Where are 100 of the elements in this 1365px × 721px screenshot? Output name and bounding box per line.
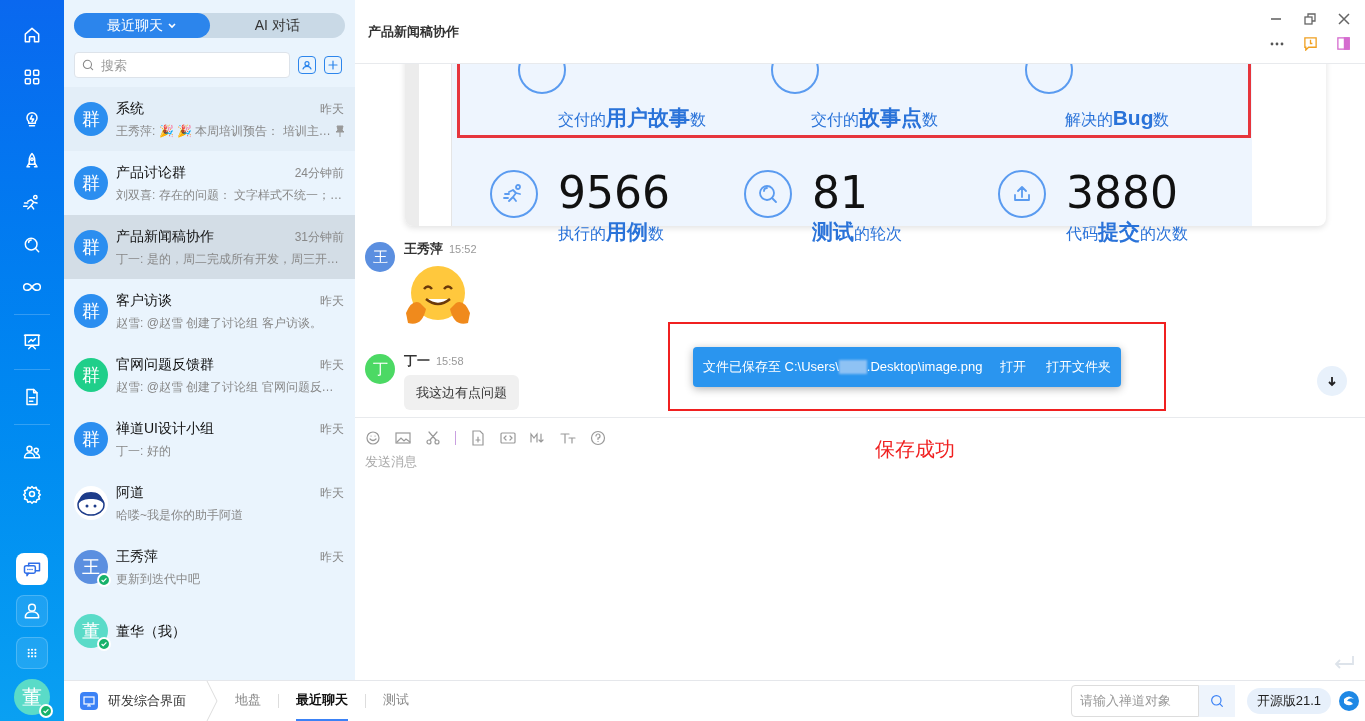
presentation-icon	[22, 332, 42, 352]
sender-name: 丁一	[404, 352, 430, 370]
chat-list-item[interactable]: 群 官网问题反馈群 昨天 赵雪: @赵雪 创建了讨论组 官网问题反…	[64, 343, 355, 407]
tab[interactable]: 地盘	[235, 681, 261, 721]
metric-search-icon	[744, 170, 792, 218]
chat-name: 阿道	[116, 483, 144, 502]
contacts-button[interactable]	[298, 56, 316, 74]
chat-preview: 王秀萍: 🎉 🎉 本周培训预告： 培训主…	[116, 123, 331, 140]
chat-list-item[interactable]: 群 产品讨论群 24分钟前 刘双喜: 存在的问题： 文字样式不统一；…	[64, 151, 355, 215]
sidebar-toggle-icon	[1336, 36, 1351, 51]
search-field[interactable]: 搜索	[74, 52, 290, 78]
sender-name: 王秀萍	[404, 240, 443, 258]
metric-label: 代码提交的次数	[1066, 219, 1188, 245]
metric-value: 3880	[1066, 170, 1179, 216]
chat-name: 王秀萍	[116, 547, 158, 566]
app-button[interactable]	[16, 595, 48, 627]
chat-preview: 丁一: 好的	[116, 443, 171, 460]
brand-logo-icon	[1339, 691, 1359, 711]
chat-time: 昨天	[320, 548, 344, 566]
chat-preview: 刘双喜: 存在的问题： 文字样式不统一；…	[116, 187, 342, 204]
search-button[interactable]	[1198, 685, 1235, 717]
tab[interactable]: AI 对话	[209, 13, 345, 38]
metric-value: 9566	[558, 170, 670, 216]
chat-preview: 赵雪: @赵雪 创建了讨论组 客户访谈。	[116, 315, 322, 332]
file-icon	[470, 430, 486, 446]
people-icon	[22, 442, 42, 462]
emoji-icon	[365, 430, 381, 446]
scissors-button[interactable]	[425, 430, 441, 446]
tab[interactable]: 测试	[383, 681, 409, 721]
search-icon	[81, 58, 95, 72]
scissors-icon	[425, 430, 441, 446]
message-bubble: 我这边有点问题	[404, 374, 519, 410]
close-button[interactable]	[1337, 12, 1351, 26]
chat-name: 董华（我）	[116, 621, 186, 641]
message-time: 15:58	[436, 354, 464, 369]
chat-avatar: 王	[74, 550, 108, 584]
search-icon	[22, 235, 42, 255]
settings-icon	[22, 484, 42, 504]
chat-avatar: 群	[74, 422, 108, 456]
sidebar-toggle-button[interactable]	[1336, 36, 1351, 51]
metric-label: 执行的用例数	[558, 219, 665, 245]
chat-time: 31分钟前	[294, 228, 344, 246]
chat-list-item[interactable]: 阿道 昨天 哈喽~我是你的助手阿道	[64, 471, 355, 535]
metric-label: 交付的用户故事数	[558, 105, 706, 131]
app-name: 研发综合界面	[108, 692, 186, 711]
toast-message: .Desktop\image.png	[866, 358, 983, 377]
home-icon	[22, 25, 42, 45]
scroll-down-button[interactable]	[1317, 366, 1347, 396]
metric-label: 测试的轮次	[812, 219, 902, 245]
chat-name: 官网问题反馈群	[116, 355, 214, 374]
chat-name: 禅道UI设计小组	[116, 419, 214, 438]
chat-avatar: 群	[74, 166, 108, 200]
chat-avatar: 群	[74, 294, 108, 328]
app-button[interactable]	[16, 553, 48, 585]
code-button[interactable]	[500, 430, 516, 446]
chat-list-item[interactable]: 群 产品新闻稿协作 31分钟前 丁一: 是的，周二完成所有开发，周三开…	[64, 215, 355, 279]
chat-avatar: 群	[74, 102, 108, 136]
emoji-button[interactable]	[365, 430, 381, 446]
chat-list-item[interactable]: 董 董华（我）	[64, 599, 355, 663]
tab[interactable]: 最近聊天	[296, 681, 348, 721]
add-button[interactable]	[324, 56, 342, 74]
chat-time: 昨天	[320, 100, 344, 118]
file-button[interactable]	[470, 430, 486, 446]
breadcrumb-chevron-icon	[206, 681, 218, 721]
robot-avatar	[74, 486, 108, 520]
text-size-icon	[560, 430, 576, 446]
chat-list-item[interactable]: 王 王秀萍 昨天 更新到迭代中吧	[64, 535, 355, 599]
chat-list-item[interactable]: 群 客户访谈 昨天 赵雪: @赵雪 创建了讨论组 客户访谈。	[64, 279, 355, 343]
pin-icon	[334, 125, 345, 137]
clock-bubble-icon	[1303, 36, 1318, 51]
chat-time: 昨天	[320, 356, 344, 374]
app-button[interactable]	[16, 637, 48, 669]
chat-list-item[interactable]: 群 系统 昨天 王秀萍: 🎉 🎉 本周培训预告： 培训主…	[64, 87, 355, 151]
metric-label: 解决的Bug数	[1064, 105, 1170, 131]
chat-time: 24分钟前	[294, 164, 344, 182]
text-size-button[interactable]	[560, 430, 576, 446]
message-avatar: 王	[365, 242, 395, 272]
user-icon	[22, 601, 42, 621]
search-field[interactable]: 请输入禅道对象	[1070, 685, 1199, 717]
chat-preview: 更新到迭代中吧	[116, 571, 200, 588]
chat-list-item[interactable]: 群 禅道UI设计小组 昨天 丁一: 好的	[64, 407, 355, 471]
image-icon	[395, 430, 411, 446]
restore-icon	[1303, 12, 1317, 26]
version-badge: 开源版21.1	[1246, 688, 1331, 714]
search-icon	[1208, 693, 1225, 709]
chat-preview: 哈喽~我是你的助手阿道	[116, 507, 243, 524]
grid-icon	[22, 67, 42, 87]
chat-title: 产品新闻稿协作	[368, 22, 459, 41]
tab[interactable]: 最近聊天	[74, 13, 210, 38]
close-icon	[1337, 12, 1351, 26]
restore-button[interactable]	[1303, 12, 1317, 26]
chat-name: 产品讨论群	[116, 163, 186, 182]
chat-avatar: 董	[74, 614, 108, 648]
chat-preview: 丁一: 是的，周二完成所有开发，周三开…	[116, 251, 339, 268]
help-button[interactable]	[590, 430, 606, 446]
message-time: 15:52	[449, 242, 477, 257]
chat-avatar: 群	[74, 358, 108, 392]
clock-bubble-button[interactable]	[1303, 36, 1318, 51]
image-button[interactable]	[395, 430, 411, 446]
redacted-block	[838, 360, 867, 374]
